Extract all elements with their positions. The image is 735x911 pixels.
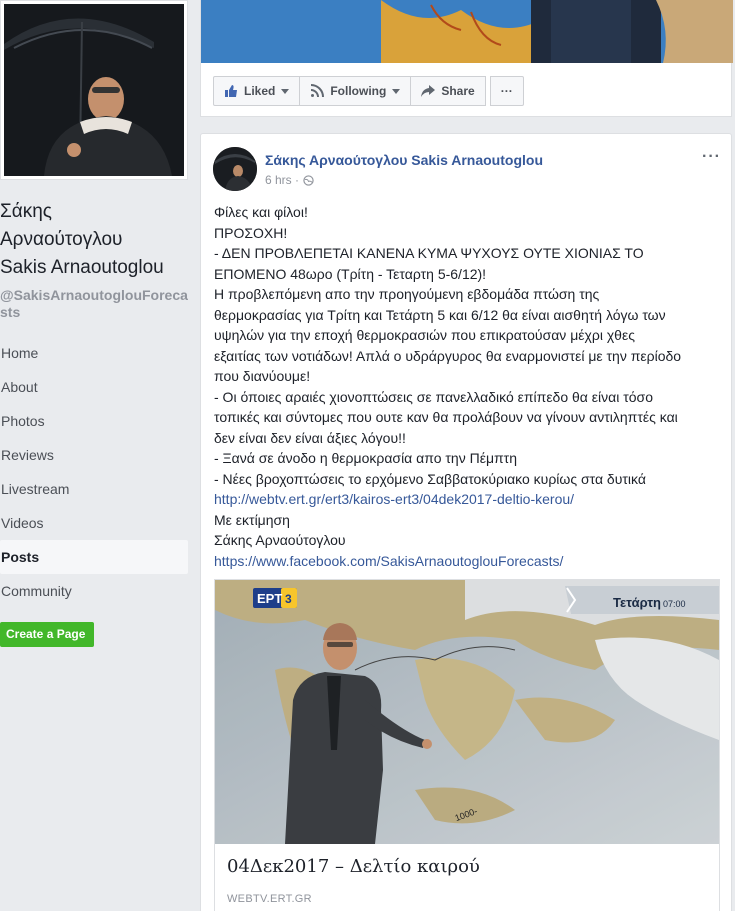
nav-community[interactable]: Community [0,574,188,608]
page-handle[interactable]: @SakisArnaoutoglouForecasts [0,287,195,321]
link-domain: WEBTV.ERT.GR [227,893,312,905]
profile-picture[interactable] [0,0,188,180]
share-arrow-icon [421,85,436,97]
share-button[interactable]: Share [410,76,486,106]
more-dots-icon: ··· [500,84,513,98]
following-label: Following [330,84,387,98]
facebook-page-link[interactable]: https://www.facebook.com/SakisArnaoutogl… [214,551,726,572]
link-preview-image[interactable]: ΕΡΤ 3 Τετάρτη 07:00 1000- [215,580,719,844]
post-line: - ΔΕΝ ΠΡΟΒΛΕΠΕΤΑΙ ΚΑΝΕΝΑ ΚΥΜΑ ΨΥΧΟΥΣ ΟΥΤ… [214,245,644,261]
post-line: ΕΠΟΜΕΝΟ 48ωρο (Τρίτη - Τεταρτη 5-6/12)! [214,265,487,282]
post-line: δεν είναι δεν είναι άξιες λόγου!! [214,429,406,446]
more-options-button[interactable]: ··· [489,76,524,106]
post-line: - Ξανά σε άνοδο η θερμοκρασία απο την Πέ… [214,450,517,466]
following-button[interactable]: Following [299,76,412,106]
post-author-name[interactable]: Σάκης Αρναούτογλου Sakis Arnaoutoglou [265,152,543,168]
previous-post-image[interactable] [201,0,733,63]
profile-photo [4,4,184,176]
author-avatar[interactable] [213,147,257,191]
page-name-line3: Sakis Arnaoutoglou [0,257,164,278]
globe-icon [303,174,314,186]
post-action-bar: Liked Following Share ··· [213,76,524,106]
link-title[interactable]: 04Δεκ2017 – Δελτίο καιρού [227,856,480,877]
nav-posts[interactable]: Posts [0,540,188,574]
post-line: υψηλών για την εποχή θερμοκρασιών που επ… [214,327,635,343]
post-line: εξαιτίας των νοτιάδων! Απλά ο υδράργυρος… [214,347,682,364]
rss-icon [311,84,325,98]
post-line: Φίλες και φίλοι! [214,204,308,220]
clock-label: 07:00 [663,599,686,609]
post-line: ΠΡΟΣΟΧΗ! [214,224,288,241]
share-label: Share [441,84,475,98]
page-name: Σάκης Αρναούτογλου Sakis Arnaoutoglou [0,198,195,282]
post-line: τοπικές και σύντομες που ουτε καν θα προ… [214,409,678,425]
create-page-button[interactable]: Create a Page [0,622,95,647]
post-meta: 6 hrs · [265,173,314,187]
liked-label: Liked [244,84,276,98]
previous-post-card: Liked Following Share ··· [200,0,733,117]
post-body: Φίλες και φίλοι! ΠΡΟΣΟΧΗ! - ΔΕΝ ΠΡΟΒΛΕΠΕ… [214,202,726,571]
ert-link[interactable]: http://webtv.ert.gr/ert3/kairos-ert3/04d… [214,489,726,510]
left-nav: Home About Photos Reviews Livestream Vid… [0,336,188,608]
post-signoff: Με εκτίμηση [214,511,290,528]
post-line: - Νέες βροχοπτώσεις το ερχόμενο Σαββατοκ… [214,470,646,487]
post-timestamp[interactable]: 6 hrs · [265,173,299,187]
post-line: θερμοκρασίας για Τρίτη και Τετάρτη 5 και… [214,306,666,323]
post-menu-button[interactable]: ··· [702,148,721,166]
post-line: Η προβλεπόμενη απο την προηγούμενη εβδομ… [214,286,600,302]
nav-videos[interactable]: Videos [0,506,188,540]
page-name-line1: Σάκης [0,201,52,222]
tv-logo: ΕΡΤ [257,591,282,606]
post-card: Σάκης Αρναούτογλου Sakis Arnaoutoglou 6 … [200,133,732,911]
chevron-down-icon [281,88,290,94]
link-preview-card[interactable]: ΕΡΤ 3 Τετάρτη 07:00 1000- 04Δεκ2017 – Δε… [214,579,720,911]
nav-home[interactable]: Home [0,336,188,370]
thumbs-up-icon [225,85,237,97]
chevron-down-icon [392,88,401,94]
tv-channel: 3 [285,592,292,606]
post-signature: Σάκης Αρναούτογλου [214,532,346,548]
liked-button[interactable]: Liked [213,76,301,106]
nav-livestream[interactable]: Livestream [0,472,188,506]
day-label: Τετάρτη [613,595,661,610]
nav-photos[interactable]: Photos [0,404,188,438]
post-line: που διανύουμε! [214,368,311,384]
nav-about[interactable]: About [0,370,188,404]
nav-reviews[interactable]: Reviews [0,438,188,472]
page-name-line2: Αρναούτογλου [0,229,123,250]
post-line: - Οι όποιες αραιές χιονοπτώσεις σε πανελ… [214,388,653,405]
